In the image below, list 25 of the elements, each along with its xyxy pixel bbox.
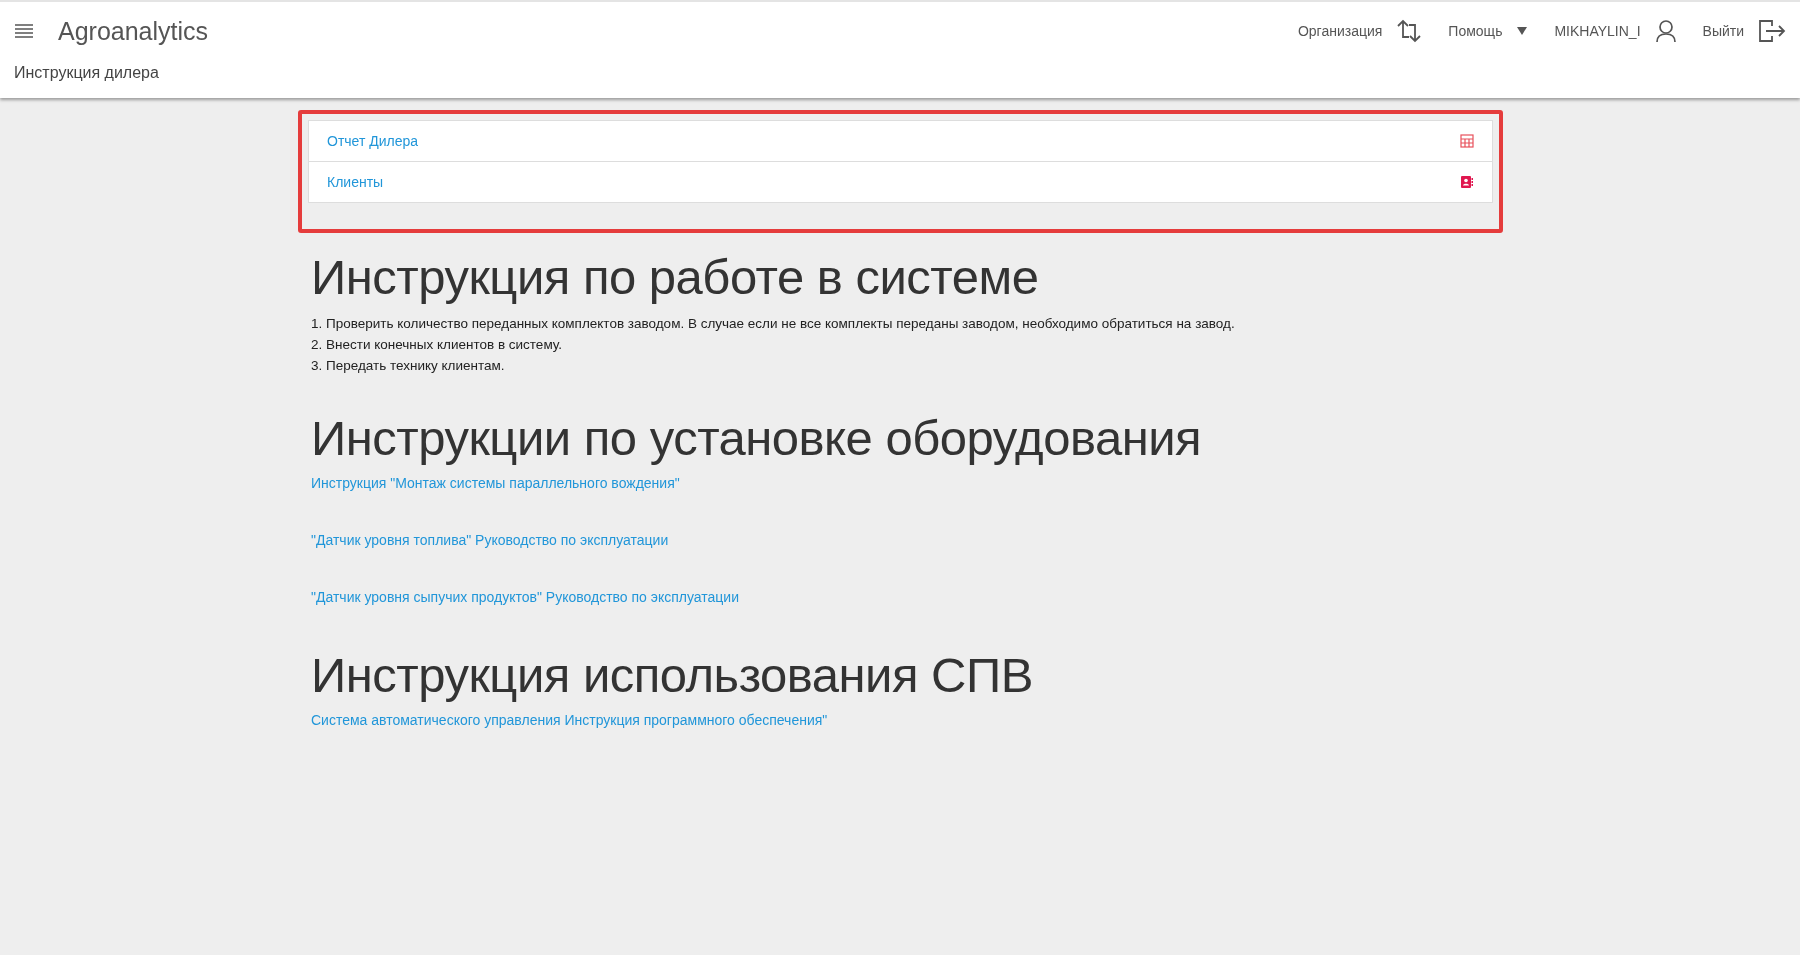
instruction-step: 3. Передать технику клиентам.: [311, 355, 1488, 376]
menu-link[interactable]: Отчет Дилера: [327, 133, 419, 149]
section-heading: Инструкция по работе в системе: [311, 249, 1040, 305]
nav-link[interactable]: Помощь: [1448, 23, 1503, 39]
caret-icon[interactable]: [1516, 26, 1529, 36]
instruction-step: 2. Внести конечных клиентов в систему.: [311, 334, 1488, 355]
swap-arrows-icon[interactable]: [1396, 19, 1423, 43]
document-link[interactable]: Система автоматического управления Инструкция программного обеспечения": [311, 711, 828, 730]
nav-link[interactable]: Организация: [1297, 23, 1383, 39]
app-title: Agroanalytics: [58, 16, 209, 46]
menu-link[interactable]: Клиенты: [327, 174, 384, 190]
page-title: Инструкция дилера: [13, 63, 160, 82]
nav-link[interactable]: MIKHAYLIN_I: [1554, 23, 1641, 39]
table-icon: [1460, 134, 1474, 148]
instruction-step: 1. Проверить количество переданных комплектов заводом. В случае если не все комплекты переданы заводом, необходимо обратиться на завод.: [311, 313, 1488, 334]
nav-link[interactable]: Выйти: [1702, 23, 1744, 39]
document-link[interactable]: Инструкция "Монтаж системы параллельного вождения": [311, 474, 680, 493]
section-heading: Инструкции по установке оборудования: [311, 410, 1203, 466]
contacts-icon: [1460, 175, 1474, 189]
menu-icon[interactable]: [14, 23, 34, 39]
logout-icon[interactable]: [1758, 18, 1786, 44]
section-heading: Инструкция использования СПВ: [311, 647, 1034, 703]
document-link[interactable]: "Датчик уровня сыпучих продуктов" Руководство по эксплуатации: [311, 588, 739, 607]
document-link[interactable]: "Датчик уровня топлива" Руководство по эксплуатации: [311, 531, 669, 550]
user-icon[interactable]: [1654, 19, 1677, 43]
